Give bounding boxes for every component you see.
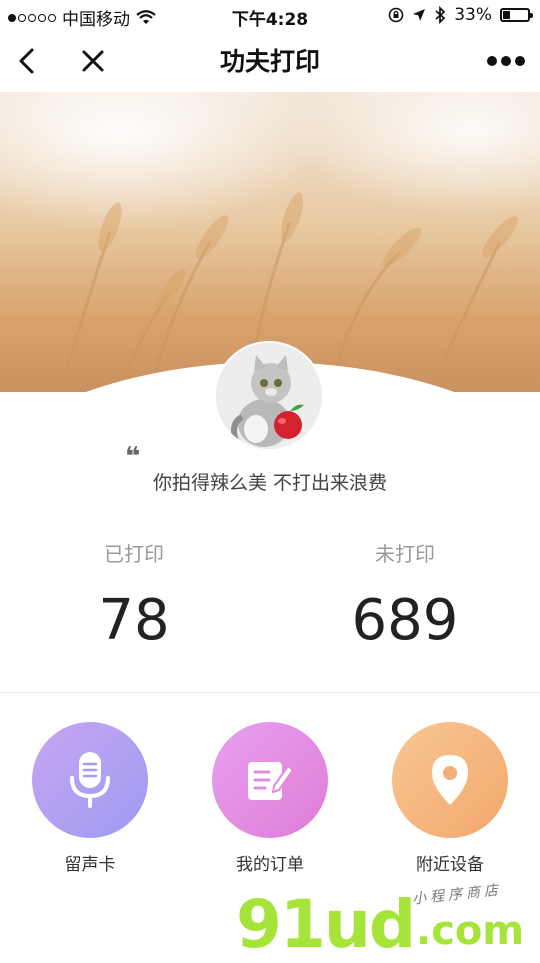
more-dots-icon: [487, 56, 525, 66]
watermark-domain: .com: [416, 908, 525, 954]
status-bar: 中国移动 下午4:28 33%: [0, 0, 540, 30]
my-orders-circle[interactable]: [212, 722, 328, 838]
avatar[interactable]: [216, 343, 322, 449]
battery-percent: 33%: [454, 5, 492, 25]
nearby-devices-circle[interactable]: [392, 722, 508, 838]
location-arrow-icon: [413, 9, 426, 21]
printed-count[interactable]: 78: [34, 588, 234, 653]
watermark-brand: 91ud: [236, 886, 416, 963]
voice-card-circle[interactable]: [32, 722, 148, 838]
my-orders-label: 我的订单: [236, 855, 304, 875]
watermark-tagline: 小程序商店: [411, 882, 503, 908]
voice-card-button[interactable]: 留声卡: [0, 722, 180, 875]
battery-icon: [500, 8, 533, 22]
microphone-icon: [70, 752, 110, 808]
printed-label: 已打印: [104, 542, 164, 566]
nav-bar: 功夫打印: [0, 30, 540, 92]
bluetooth-icon: [435, 6, 446, 24]
unprinted-label: 未打印: [375, 542, 435, 566]
more-button[interactable]: [484, 44, 528, 78]
nearby-devices-button[interactable]: 附近设备: [360, 722, 540, 875]
orientation-lock-icon: [388, 7, 404, 23]
nearby-devices-label: 附近设备: [416, 855, 484, 875]
edit-document-icon: [248, 762, 295, 800]
profile-motto: 你拍得辣么美 不打出来浪费: [152, 472, 388, 494]
cat-avatar-image: [216, 343, 322, 449]
section-divider: [0, 692, 540, 693]
page-title: 功夫打印: [219, 47, 320, 76]
unprinted-count[interactable]: 689: [305, 588, 505, 653]
my-orders-button[interactable]: 我的订单: [180, 722, 360, 875]
voice-card-label: 留声卡: [64, 855, 116, 875]
site-watermark: 91ud .com 小程序商店: [236, 880, 536, 963]
location-pin-icon: [432, 755, 468, 805]
